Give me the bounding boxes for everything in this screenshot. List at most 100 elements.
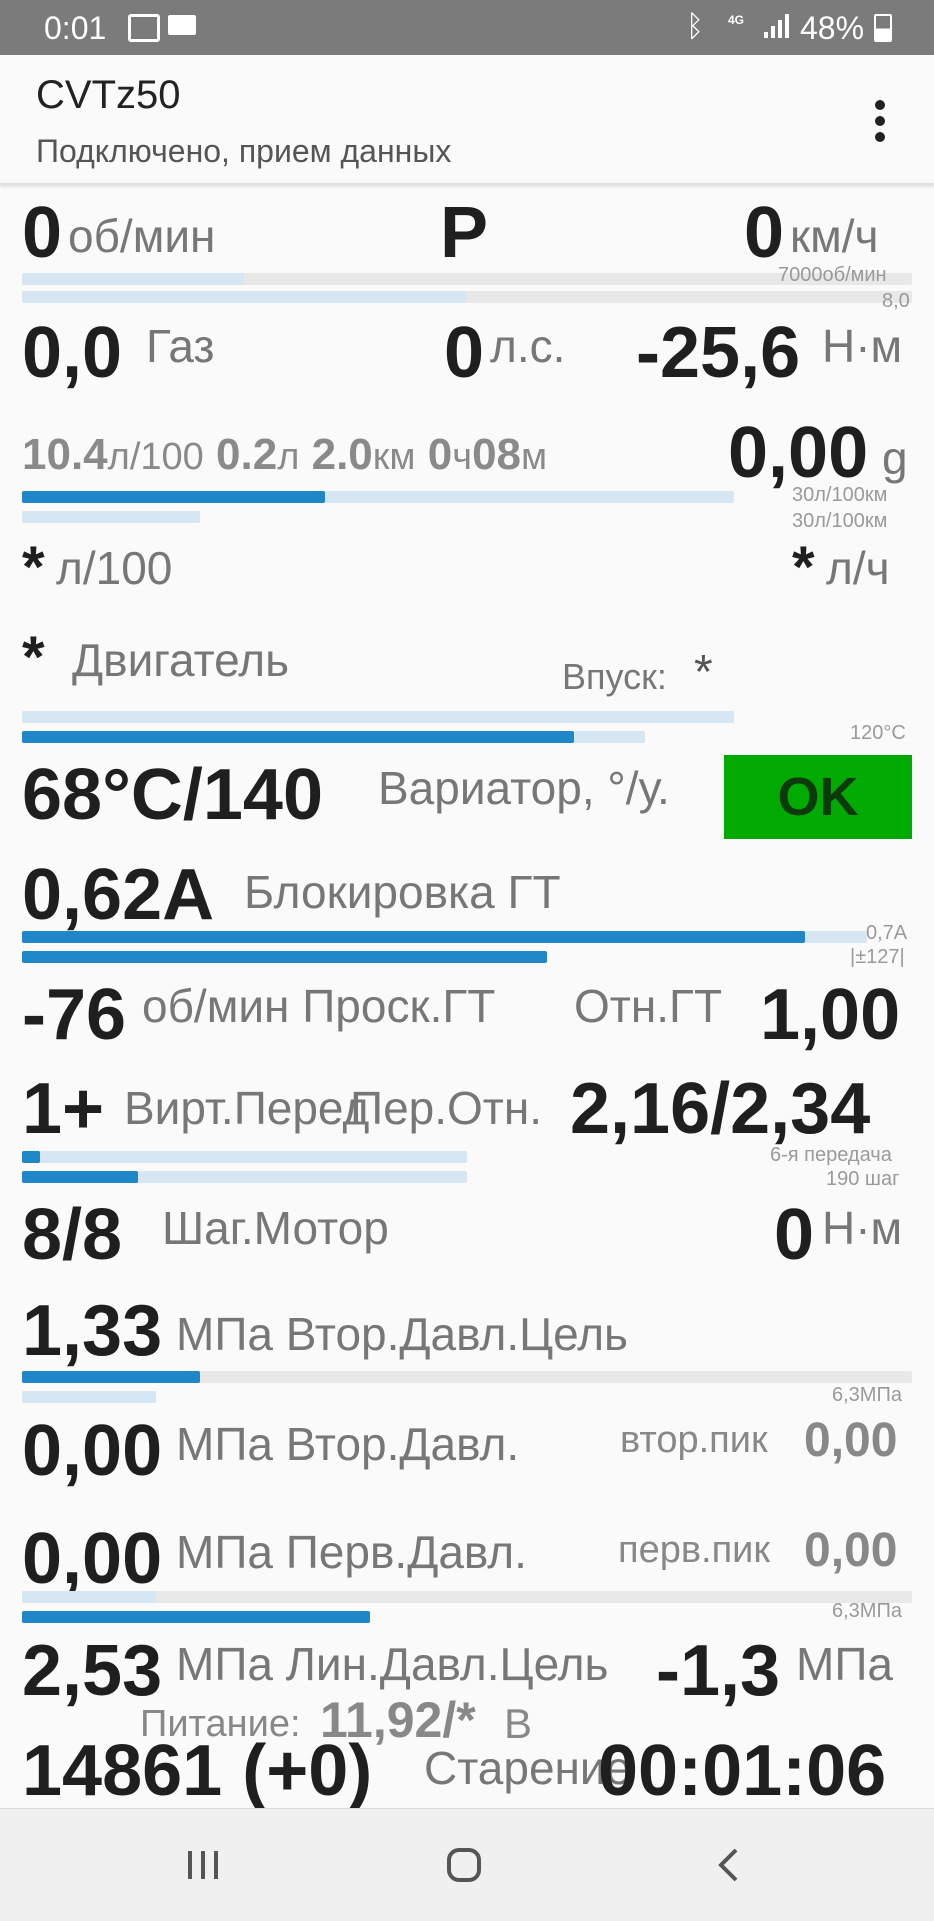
primary-peak-value: 0,00: [804, 1524, 898, 1577]
home-icon[interactable]: [446, 1847, 482, 1883]
cvt-temp-label: Вариатор, °/у.: [378, 762, 670, 814]
secondary-target-value: 1,33: [22, 1291, 163, 1371]
line-pressure-label: МПа Лин.Давл.Цель: [176, 1638, 609, 1690]
lockup-label: Блокировка ГТ: [244, 866, 561, 918]
inst-consumption-unit: л/100: [56, 542, 173, 594]
fuel-used-unit: л: [277, 436, 300, 478]
lockup-current-value: 0,62A: [22, 855, 215, 935]
g-value: 0,00: [728, 413, 869, 493]
secondary-max-label: 6,3МПа: [832, 1384, 902, 1406]
mail-icon: [168, 15, 196, 35]
secondary-target-label: МПа Втор.Давл.Цель: [176, 1308, 629, 1360]
intake-bar-track: [22, 711, 734, 723]
line-pressure-delta-unit: МПа: [796, 1638, 893, 1690]
intake-label: Впуск:: [562, 656, 667, 697]
lockup-max-label: 0,7A: [866, 922, 908, 944]
temp-max-label: 120°C: [850, 722, 906, 744]
speed-unit: км/ч: [790, 210, 879, 262]
secondary-target-bar: [22, 1371, 200, 1383]
stepper-label: Шаг.Мотор: [162, 1202, 389, 1254]
cvt-temp-value: 68°C/140: [22, 755, 324, 835]
trip-minutes: 08: [472, 430, 522, 479]
consumption-bar: [22, 491, 325, 503]
battery-icon: [874, 14, 892, 42]
avg-consumption-unit: л/100: [107, 436, 204, 478]
primary-max-label: 6,3МПа: [832, 1600, 902, 1622]
power-unit: л.с.: [490, 320, 566, 372]
throttle-label: Газ: [146, 320, 215, 372]
consumption-max-1: 30л/100км: [792, 484, 888, 506]
tc-ratio-value: 1,00: [760, 975, 901, 1055]
primary-pressure-label: МПа Перв.Давл.: [176, 1526, 527, 1578]
rpm-bar: [22, 273, 244, 285]
gear-max-label: 6-я передача: [770, 1144, 892, 1166]
image-icon: [128, 14, 160, 42]
intake-value: *: [694, 646, 713, 699]
lockup-bar: [22, 931, 805, 943]
app-title: CVTz50: [36, 73, 181, 117]
step-bar: [22, 1171, 138, 1183]
status-time: 0:01: [44, 10, 107, 46]
engine-temp-bar: [22, 731, 574, 743]
gear-bar: [22, 1151, 40, 1163]
gear-ratio-label: Пер.Отн.: [350, 1082, 543, 1134]
engine-label: Двигатель: [72, 634, 290, 686]
virtual-gear-label: Вирт.Перед: [124, 1082, 370, 1134]
recent-apps-icon[interactable]: [186, 1849, 220, 1881]
trip-hours: 0: [427, 430, 453, 479]
trip-info: 10.4л/100 0.2л 2.0км 0ч08м: [22, 433, 547, 477]
fuel-used: 0.2: [216, 430, 278, 479]
primary-pressure-value: 0,00: [22, 1519, 163, 1599]
app-bar: CVTz50 Подключено, прием данных: [0, 55, 934, 185]
primary-peak-label: перв.пик: [618, 1529, 771, 1571]
speed-value: 0: [744, 193, 785, 273]
power-supply-unit: В: [504, 1700, 533, 1747]
consumption-max-2: 30л/100км: [792, 510, 888, 532]
navigation-bar: [0, 1808, 934, 1921]
trip-hours-unit: ч: [452, 436, 473, 478]
stepper-value: 8/8: [22, 1195, 123, 1275]
speed-max-label: 8,0: [882, 290, 910, 312]
status-bar: 0:01 ᛒ 4G 48%: [0, 0, 934, 55]
secondary-peak-value: 0,00: [804, 1414, 898, 1467]
secondary-peak-label: втор.пик: [620, 1419, 768, 1461]
rpm-unit: об/мин: [68, 210, 216, 262]
bluetooth-icon: ᛒ: [686, 10, 704, 43]
step-max-label: 190 шаг: [826, 1168, 900, 1190]
distance: 2.0: [311, 430, 373, 479]
gear-letter: P: [440, 193, 489, 273]
rpm-value: 0: [22, 193, 63, 273]
hourly-consumption-value: *: [792, 535, 815, 600]
lockup-range-label: |±127|: [850, 946, 905, 968]
throttle-value: 0,0: [22, 313, 123, 393]
dashboard: 0 об/мин P 0 км/ч 7000об/мин 8,0 0,0 Газ…: [0, 185, 934, 1808]
primary-bar-light: [22, 1591, 156, 1603]
speed-bar: [22, 291, 467, 303]
torque-unit: Н·м: [822, 320, 903, 372]
stepper-torque-unit: Н·м: [822, 1202, 903, 1254]
avg-consumption: 10.4: [22, 430, 108, 479]
network-type: 4G: [728, 13, 745, 27]
gear-bar-track: [22, 1151, 467, 1163]
trip-minutes-unit: м: [521, 436, 548, 478]
tc-slip-label: об/мин Проск.ГТ: [142, 980, 496, 1032]
virtual-gear-value: 1+: [22, 1069, 105, 1149]
inst-consumption-value: *: [22, 535, 45, 600]
secondary-pressure-value: 0,00: [22, 1411, 163, 1491]
slip-bar: [22, 951, 547, 963]
timer-value: 00:01:06: [598, 1731, 887, 1808]
line-pressure-value: 2,53: [22, 1631, 163, 1711]
stepper-torque-value: 0: [774, 1195, 815, 1275]
connection-status: Подключено, прием данных: [36, 133, 452, 169]
g-unit: g: [882, 432, 908, 484]
tc-slip-value: -76: [22, 975, 127, 1055]
consumption-bar-2: [22, 511, 200, 523]
secondary-bar: [22, 1391, 156, 1403]
engine-temp-value: *: [22, 625, 45, 690]
torque-value: -25,6: [636, 313, 801, 393]
status-ok-badge: OK: [724, 755, 912, 839]
tc-ratio-label: Отн.ГТ: [574, 980, 723, 1032]
signal-icon: [764, 14, 790, 38]
back-icon[interactable]: [716, 1847, 740, 1883]
overflow-menu-icon[interactable]: [874, 99, 886, 143]
